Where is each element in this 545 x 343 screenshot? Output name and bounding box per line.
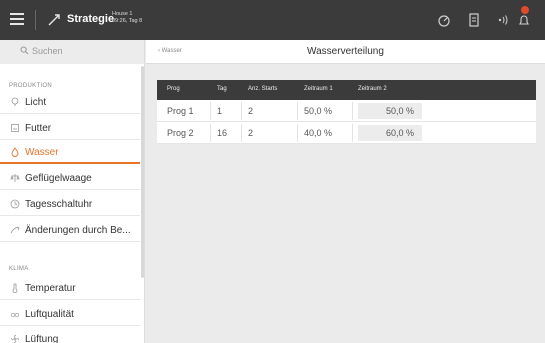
divider: [210, 124, 211, 142]
strategy-icon: [48, 14, 60, 26]
divider: [352, 102, 353, 120]
column-header: Zeitraum 2: [358, 86, 387, 92]
sidebar-item-label: Tagesschaltuhr: [25, 199, 93, 210]
alarm-bell-icon[interactable]: [516, 12, 532, 28]
search-input[interactable]: Suchen: [32, 46, 63, 56]
feeder-icon: [11, 124, 19, 132]
house-time: 09:26, Tag 8: [112, 18, 143, 24]
menu-icon[interactable]: [10, 13, 24, 25]
sidebar-item-label: Luftqualität: [25, 309, 74, 320]
sidebar-item-luftqualitaet[interactable]: Luftqualität: [0, 304, 140, 326]
alarm-badge: [521, 6, 529, 14]
sidebar-item-label: Wasser: [25, 147, 59, 158]
section-produktion: PRODUKTION: [9, 83, 53, 89]
divider: [352, 124, 353, 142]
sidebar-item-label: Lüftung: [25, 334, 59, 343]
divider: [35, 10, 36, 30]
table-row[interactable]: Prog 2 16 2 40,0 % 60,0 %: [157, 122, 536, 144]
divider: [241, 124, 242, 142]
fan-icon: [11, 335, 19, 343]
sidebar-item-aenderungen[interactable]: Änderungen durch Be...: [0, 220, 140, 242]
column-header: Prog: [167, 86, 180, 92]
sidebar-item-lueftung[interactable]: Lüftung: [0, 329, 140, 343]
scale-icon: [10, 174, 20, 182]
section-klima: KLIMA: [9, 266, 29, 272]
table-header: Prog Tag Anz. Starts Zeitraum 1 Zeitraum…: [157, 80, 536, 100]
column-header: Tag: [217, 86, 227, 92]
table-cell: 16: [217, 128, 228, 138]
divider: [297, 124, 298, 142]
column-header: Zeitraum 1: [304, 86, 333, 92]
table-cell: 60,0 %: [385, 128, 414, 138]
sidebar-item-label: Licht: [25, 97, 47, 108]
table-row[interactable]: Prog 1 1 2 50,0 % 50,0 %: [157, 100, 536, 122]
table-cell: 50,0 %: [304, 106, 333, 116]
table-cell: Prog 1: [167, 106, 194, 116]
app-title: Strategie: [67, 13, 115, 25]
sidebar: Suchen PRODUKTION Licht Futter Wasser Ge…: [0, 40, 145, 343]
column-header: Anz. Starts: [248, 86, 278, 92]
dashboard-icon[interactable]: [436, 12, 452, 28]
page-header: ‹ Wasser Wasserverteilung: [146, 40, 545, 64]
table-cell: 40,0 %: [304, 128, 333, 138]
distribution-table: Prog Tag Anz. Starts Zeitraum 1 Zeitraum…: [157, 80, 536, 144]
divider: [241, 102, 242, 120]
house-name: House 1: [112, 11, 133, 17]
table-cell: 50,0 %: [385, 106, 414, 116]
table-cell: 1: [217, 106, 223, 116]
sidebar-item-label: Geflügelwaage: [25, 173, 92, 184]
change-icon: [10, 226, 20, 234]
signal-icon[interactable]: [495, 12, 511, 28]
page-title: Wasserverteilung: [307, 46, 384, 57]
sidebar-item-label: Änderungen durch Be...: [25, 225, 131, 236]
search-icon: [20, 46, 29, 55]
sidebar-item-wasser[interactable]: Wasser: [0, 142, 140, 164]
zeitraum2-input[interactable]: 60,0 %: [358, 125, 422, 141]
sidebar-item-tagesschaltuhr[interactable]: Tagesschaltuhr: [0, 194, 140, 216]
table-cell: 2: [248, 106, 254, 116]
sidebar-item-temperatur[interactable]: Temperatur: [0, 278, 140, 300]
thermometer-icon: [12, 283, 18, 293]
clock-icon: [10, 199, 20, 209]
table-cell: Prog 2: [167, 128, 194, 138]
sidebar-item-label: Temperatur: [25, 283, 76, 294]
sidebar-item-licht[interactable]: Licht: [0, 92, 140, 114]
zeitraum2-input[interactable]: 50,0 %: [358, 103, 422, 119]
sidebar-item-label: Futter: [25, 123, 52, 134]
divider: [210, 102, 211, 120]
top-bar: Strategie House 1 09:26, Tag 8: [0, 0, 545, 40]
search-box[interactable]: Suchen: [0, 40, 144, 64]
divider: [297, 102, 298, 120]
report-icon[interactable]: [466, 12, 482, 28]
sidebar-item-gefluegelwaage[interactable]: Geflügelwaage: [0, 168, 140, 190]
co2-icon: [10, 312, 20, 318]
bulb-icon: [11, 97, 19, 106]
water-drop-icon: [11, 147, 19, 157]
table-cell: 2: [248, 128, 254, 138]
sidebar-item-futter[interactable]: Futter: [0, 118, 140, 140]
sidebar-scrollbar[interactable]: [141, 66, 144, 278]
house-info[interactable]: House 1 09:26, Tag 8: [112, 11, 142, 25]
